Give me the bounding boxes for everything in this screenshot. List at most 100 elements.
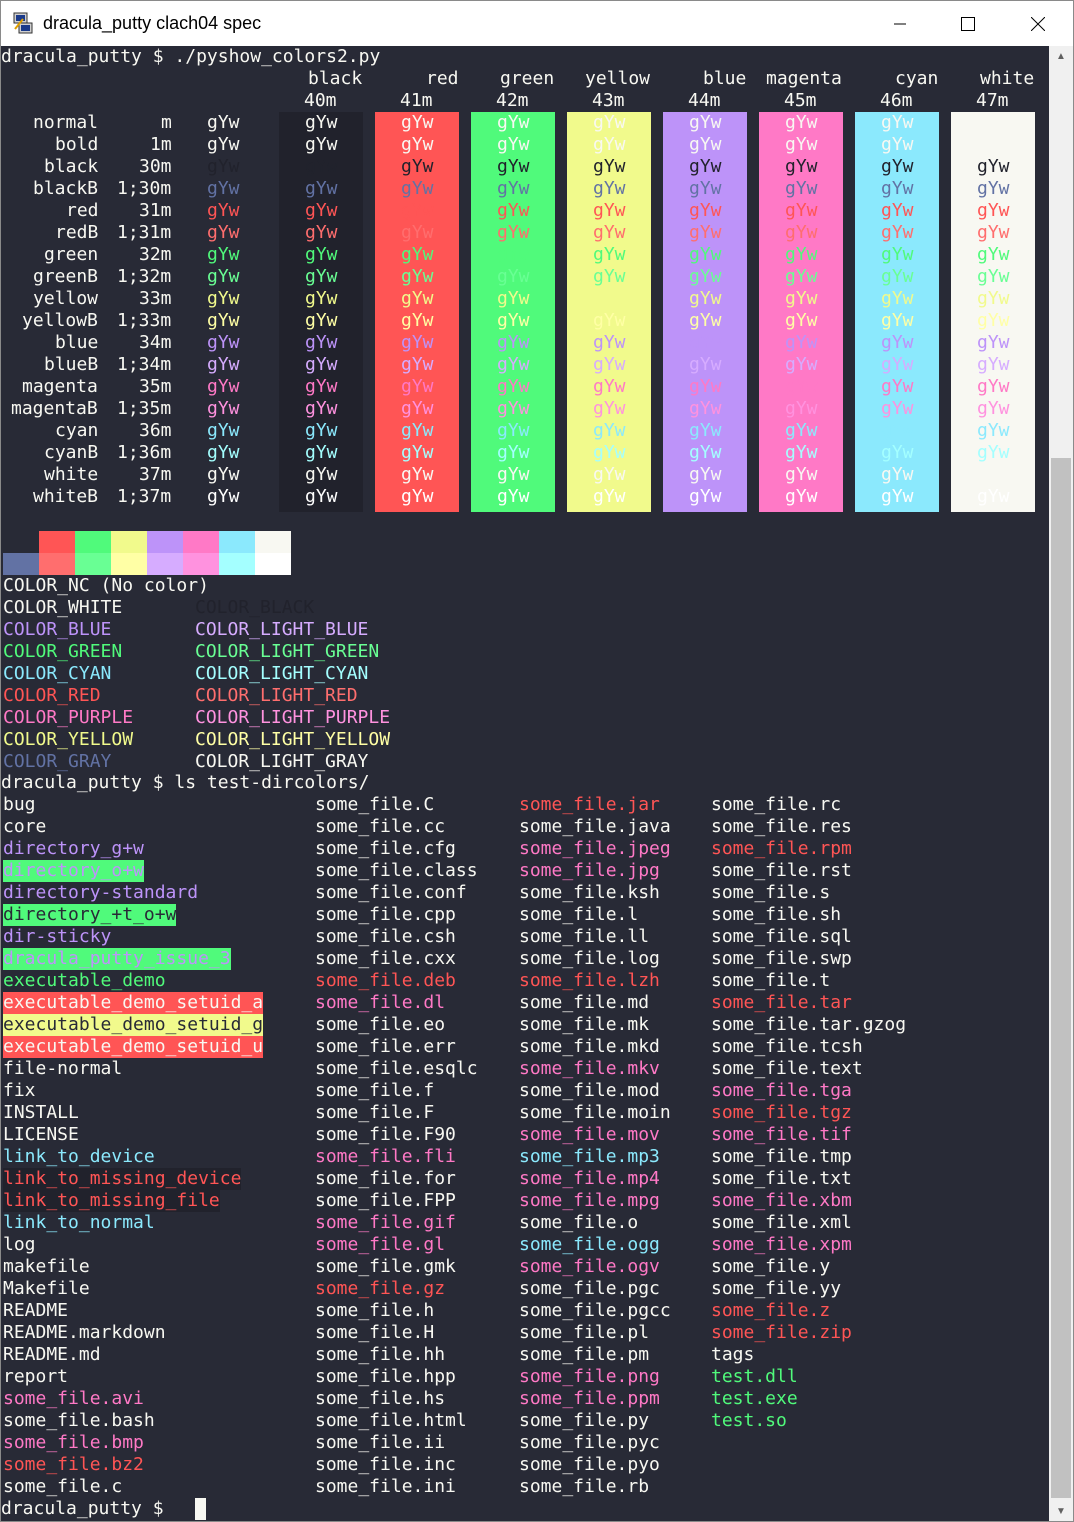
ls-entry: some_file.py	[519, 1410, 650, 1431]
window-title: dracula_putty clach04 spec	[43, 13, 262, 33]
row-label-name: whiteB	[33, 486, 99, 507]
color-name-right: COLOR_LIGHT_YELLOW	[195, 729, 391, 750]
ls-entry: some_file.hs	[315, 1388, 446, 1409]
ls-entry: LICENSE	[3, 1124, 79, 1145]
sample-text: gYw	[785, 112, 818, 133]
ls-entry: test.dll	[711, 1366, 798, 1387]
minimize-button[interactable]	[865, 1, 935, 46]
sample-text: gYw	[593, 178, 626, 199]
ls-entry: README.markdown	[3, 1322, 166, 1343]
ls-entry: some_file.bz2	[3, 1454, 144, 1475]
sample-text: gYw	[977, 354, 1010, 375]
ls-entry: some_file.txt	[711, 1168, 852, 1189]
row-label-code: 37m	[139, 464, 172, 485]
sample-text: gYw	[689, 178, 722, 199]
ls-entry: some_file.c	[3, 1476, 123, 1497]
ls-entry: some_file.cfg	[315, 838, 456, 859]
ls-entry: some_file.mpg	[519, 1190, 660, 1211]
ls-entry: some_file.ksh	[519, 882, 660, 903]
ls-entry: some_file.o	[519, 1212, 639, 1233]
swatch-top	[111, 531, 147, 553]
sample-text: gYw	[497, 112, 530, 133]
close-button[interactable]	[1003, 1, 1073, 46]
color-name-left: COLOR_WHITE	[3, 597, 123, 618]
sample-text: gYw	[977, 222, 1010, 243]
sample-text: gYw	[305, 244, 338, 265]
row-label-code: m	[161, 112, 172, 133]
color-name-right: COLOR_LIGHT_GRAY	[195, 751, 369, 772]
command-line-ls: dracula_putty $ ls test-dircolors/	[1, 772, 370, 793]
row-label-code: 1m	[150, 134, 172, 155]
swatch-top	[39, 531, 75, 553]
ls-entry: some_file.pyc	[519, 1432, 660, 1453]
ls-entry: directory-standard	[3, 882, 199, 903]
ls-entry: some_file.eo	[315, 1014, 446, 1035]
sample-text: gYw	[497, 134, 530, 155]
ls-entry: fix	[3, 1080, 36, 1101]
title-bar[interactable]: dracula_putty clach04 spec	[1, 1, 1073, 46]
ls-entry: some_file.html	[315, 1410, 467, 1431]
ls-entry: test.exe	[711, 1388, 798, 1409]
ls-entry: some_file.pyo	[519, 1454, 660, 1475]
sample-text: gYw	[305, 486, 338, 507]
terminal-cursor	[195, 1498, 206, 1520]
color-name-right: COLOR_LIGHT_BLUE	[195, 619, 369, 640]
sample-text: gYw	[881, 134, 914, 155]
row-label-code: 31m	[139, 200, 172, 221]
sample-text: gYw	[593, 134, 626, 155]
sample-text: gYw	[305, 178, 338, 199]
sample-text: gYw	[977, 288, 1010, 309]
ls-entry: some_file.rst	[711, 860, 852, 881]
sample-text: gYw	[785, 398, 818, 419]
sample-text: gYw	[593, 156, 626, 177]
row-label-name: cyanB	[44, 442, 99, 463]
sample-text: gYw	[785, 134, 818, 155]
sample-text: gYw	[593, 376, 626, 397]
sample-text: gYw	[305, 156, 338, 177]
bg-header-code: 45m	[784, 90, 817, 111]
maximize-button[interactable]	[933, 1, 1003, 46]
sample-text: gYw	[689, 332, 722, 353]
ls-entry: some_file.mkd	[519, 1036, 660, 1057]
ls-entry: some_file.csh	[315, 926, 456, 947]
ls-entry: report	[3, 1366, 69, 1387]
shell-prompt: dracula_putty $	[1, 1498, 175, 1519]
ls-entry: makefile	[3, 1256, 90, 1277]
ls-entry: some_file.y	[711, 1256, 831, 1277]
sample-text: gYw	[497, 332, 530, 353]
scrollbar-thumb[interactable]	[1051, 458, 1071, 1498]
ls-entry: test.so	[711, 1410, 787, 1431]
ls-entry: some_file.res	[711, 816, 852, 837]
ls-entry: executable_demo_setuid_a	[3, 992, 264, 1014]
ls-entry: some_file.avi	[3, 1388, 144, 1409]
ls-entry: README.md	[3, 1344, 101, 1365]
sample-text: gYw	[593, 112, 626, 133]
sample-text: gYw	[401, 354, 434, 375]
sample-text: gYw	[305, 464, 338, 485]
sample-text: gYw	[785, 354, 818, 375]
sample-text: gYw	[689, 398, 722, 419]
sample-text: gYw	[689, 354, 722, 375]
sample-text: gYw	[977, 200, 1010, 221]
scroll-down-arrow-icon[interactable]: ▼	[1049, 1501, 1073, 1521]
row-label-code: 1;31m	[117, 222, 172, 243]
sample-text: gYw	[305, 420, 338, 441]
sample-text: gYw	[207, 156, 240, 177]
swatch-bottom	[39, 553, 75, 575]
sample-text: gYw	[593, 486, 626, 507]
ls-entry: link_to_device	[3, 1146, 155, 1167]
ls-entry: some_file.tcsh	[711, 1036, 863, 1057]
putty-app-icon[interactable]	[11, 11, 35, 35]
sample-text: gYw	[977, 398, 1010, 419]
vertical-scrollbar[interactable]: ▲ ▼	[1049, 46, 1073, 1521]
sample-text: gYw	[207, 420, 240, 441]
swatch-bottom	[147, 553, 183, 575]
terminal-area[interactable]: dracula_putty $ ./pyshow_colors2.py blac…	[1, 46, 1049, 1521]
ls-entry: some_file.conf	[315, 882, 467, 903]
scroll-up-arrow-icon[interactable]: ▲	[1049, 46, 1073, 66]
swatch-top	[255, 531, 291, 553]
ls-entry: some_file.mod	[519, 1080, 660, 1101]
sample-text: gYw	[977, 266, 1010, 287]
row-label-code: 36m	[139, 420, 172, 441]
sample-text: gYw	[497, 376, 530, 397]
